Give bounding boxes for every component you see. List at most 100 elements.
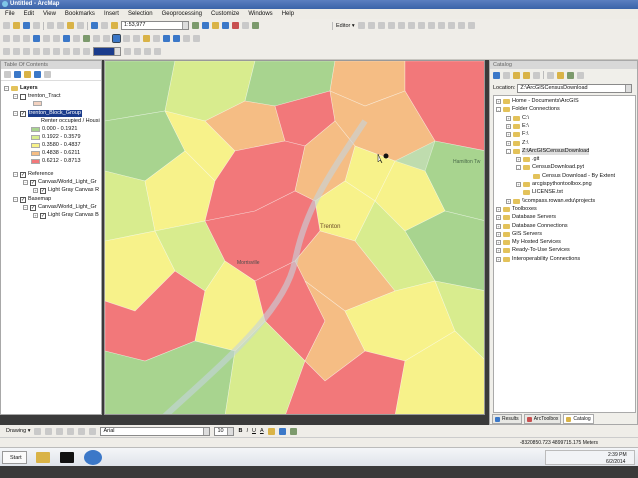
- options-icon[interactable]: [44, 71, 51, 78]
- fixed-zoom-out-icon[interactable]: [53, 35, 60, 42]
- explorer-icon[interactable]: [36, 452, 50, 463]
- new-icon[interactable]: [3, 22, 10, 29]
- menu-customize[interactable]: Customize: [211, 9, 239, 19]
- catalog-item[interactable]: +Database Servers: [496, 214, 556, 221]
- catalog-item[interactable]: +Home - Documents\ArcGIS: [496, 98, 579, 105]
- tab-results[interactable]: Results: [492, 414, 522, 424]
- editor-toolbar-icon[interactable]: [192, 22, 199, 29]
- disconnect-folder-icon[interactable]: [523, 72, 530, 79]
- layer-checkbox[interactable]: ✓: [40, 188, 46, 194]
- font-size-combo[interactable]: 10: [214, 427, 234, 436]
- focus-data-frame-icon[interactable]: [134, 48, 141, 55]
- clock-date[interactable]: 6/2/2014: [606, 459, 625, 465]
- layer-basemap[interactable]: −✓Basemap: [13, 196, 51, 203]
- catalog-item[interactable]: +C:\: [506, 115, 529, 122]
- menu-view[interactable]: View: [43, 9, 56, 19]
- menu-bookmarks[interactable]: Bookmarks: [65, 9, 95, 19]
- catalog-item[interactable]: -CensusDownload.pyt: [516, 164, 584, 171]
- map-view[interactable]: Trenton Morrisville Hamilton Tw: [104, 60, 485, 415]
- catalog-item[interactable]: Census Download - By Extent: [526, 173, 615, 180]
- chevron-down-icon[interactable]: [182, 22, 188, 29]
- cut-polygon-icon[interactable]: [428, 22, 435, 29]
- change-layout-icon[interactable]: [144, 48, 151, 55]
- edit-tool-icon[interactable]: [358, 22, 365, 29]
- forward-icon[interactable]: [73, 35, 80, 42]
- expand-toggle[interactable]: -: [516, 165, 521, 170]
- catalog-item[interactable]: +Ready-To-Use Services: [496, 247, 570, 254]
- layer-checkbox[interactable]: ✓: [30, 180, 36, 186]
- pan-icon[interactable]: [23, 35, 30, 42]
- expand-toggle[interactable]: +: [496, 215, 501, 220]
- catalog-item[interactable]: +\\compass.rowan.edu\projects: [506, 198, 595, 205]
- expand-toggle[interactable]: -: [506, 149, 511, 154]
- catalog-item[interactable]: +Toolboxes: [496, 206, 537, 213]
- expand-toggle[interactable]: -: [496, 107, 501, 112]
- go-to-xy-icon[interactable]: [173, 35, 180, 42]
- select-features-icon[interactable]: [83, 35, 90, 42]
- start-button[interactable]: Start: [2, 451, 27, 464]
- clock-time[interactable]: 2:39 PM: [608, 452, 627, 458]
- edit-annotation-icon[interactable]: [368, 22, 375, 29]
- expand-toggle[interactable]: +: [506, 132, 511, 137]
- font-color-button[interactable]: A: [260, 428, 264, 434]
- tab-arctoolbox[interactable]: ArcToolbox: [524, 414, 562, 424]
- fill-color-icon[interactable]: [268, 428, 275, 435]
- catalog-item[interactable]: +.git: [516, 156, 539, 163]
- create-viewer-icon[interactable]: [193, 35, 200, 42]
- measure-icon[interactable]: [143, 35, 150, 42]
- menu-file[interactable]: File: [5, 9, 15, 19]
- layer-checkbox[interactable]: ✓: [30, 205, 36, 211]
- delete-icon[interactable]: [77, 22, 84, 29]
- expand-toggle[interactable]: +: [496, 207, 501, 212]
- list-by-source-icon[interactable]: [14, 71, 21, 78]
- layer-checkbox[interactable]: [20, 94, 26, 100]
- chevron-down-icon[interactable]: [625, 85, 631, 92]
- search-window-icon[interactable]: [222, 22, 229, 29]
- layout-fixed-out-icon[interactable]: [63, 48, 70, 55]
- location-combo[interactable]: Z:\ArcGISCensusDownload: [517, 84, 632, 93]
- layer-checkbox[interactable]: ✓: [20, 111, 26, 117]
- layout-forward-icon[interactable]: [83, 48, 90, 55]
- command-prompt-icon[interactable]: [60, 452, 74, 463]
- editor-menu[interactable]: Editor ▾: [336, 23, 355, 29]
- undo-icon[interactable]: [91, 22, 98, 29]
- arctoolbox-icon[interactable]: [232, 22, 239, 29]
- expand-toggle[interactable]: +: [496, 99, 501, 104]
- attributes-icon[interactable]: [458, 22, 465, 29]
- layer-basemap-sublayer[interactable]: +✓Light Gray Canvas B: [33, 212, 99, 219]
- convert-to-graphics-icon[interactable]: [89, 428, 96, 435]
- rotate-icon[interactable]: [448, 22, 455, 29]
- list-by-drawing-order-icon[interactable]: [4, 71, 11, 78]
- edit-vertices-icon[interactable]: [408, 22, 415, 29]
- catalog-item[interactable]: LICENSE.txt: [516, 189, 563, 196]
- select-elements-icon[interactable]: [103, 35, 110, 42]
- split-icon[interactable]: [438, 22, 445, 29]
- zoom-out-icon[interactable]: [13, 35, 20, 42]
- layer-trenton-block-group[interactable]: −✓trenton_Block_Group: [13, 110, 82, 117]
- layer-reference-service[interactable]: −✓Canvas/World_Light_Gr: [23, 179, 97, 186]
- expand-toggle[interactable]: +: [496, 232, 501, 237]
- font-combo[interactable]: Arial: [100, 427, 210, 436]
- select-elements-icon[interactable]: [34, 428, 41, 435]
- catalog-item[interactable]: +GIS Servers: [496, 231, 542, 238]
- menu-geoprocessing[interactable]: Geoprocessing: [162, 9, 202, 19]
- catalog-item[interactable]: +My Hosted Services: [496, 239, 561, 246]
- expand-toggle[interactable]: +: [516, 157, 521, 162]
- menu-edit[interactable]: Edit: [24, 9, 34, 19]
- python-window-icon[interactable]: [242, 22, 249, 29]
- layer-checkbox[interactable]: ✓: [20, 197, 26, 203]
- paste-icon[interactable]: [67, 22, 74, 29]
- legend-class[interactable]: 0.000 - 0.1921: [31, 126, 77, 133]
- zoom-in-icon[interactable]: [3, 35, 10, 42]
- identify-icon[interactable]: [113, 35, 120, 42]
- menu-windows[interactable]: Windows: [248, 9, 272, 19]
- expand-toggle[interactable]: +: [496, 224, 501, 229]
- sketch-properties-icon[interactable]: [468, 22, 475, 29]
- catalog-tree-icon[interactable]: [557, 72, 564, 79]
- tab-catalog[interactable]: Catalog: [563, 414, 593, 424]
- zoom-whole-page-icon[interactable]: [33, 48, 40, 55]
- legend-class[interactable]: 0.3580 - 0.4837: [31, 142, 81, 149]
- save-icon[interactable]: [23, 22, 30, 29]
- copy-icon[interactable]: [57, 22, 64, 29]
- catalog-item[interactable]: +F:\: [506, 131, 528, 138]
